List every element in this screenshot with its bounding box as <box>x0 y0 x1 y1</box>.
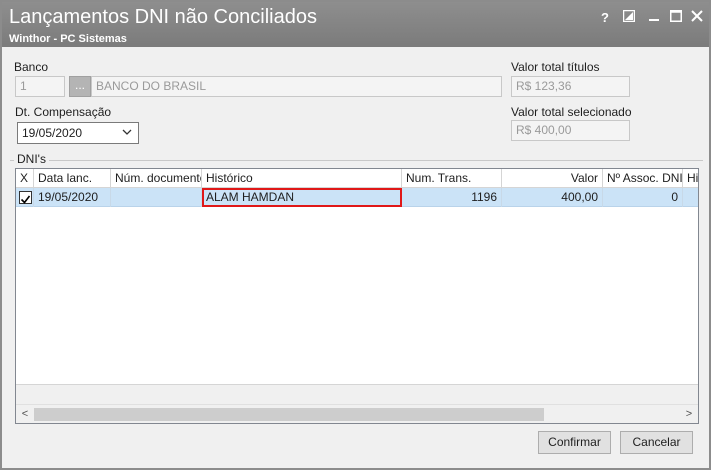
cell-assoc-dni: 0 <box>603 188 683 207</box>
close-button[interactable] <box>688 9 706 27</box>
banco-label: Banco <box>14 60 49 74</box>
row-checkbox[interactable] <box>19 191 32 204</box>
minimize-icon <box>649 19 659 21</box>
valor-total-selecionado-field: R$ 400,00 <box>511 120 630 141</box>
column-header-historico[interactable]: Histórico <box>202 169 402 188</box>
horizontal-scrollbar[interactable]: < > <box>16 404 698 423</box>
cell-num-documento <box>111 188 202 207</box>
column-header-assoc-dni[interactable]: Nº Assoc. DNI <box>603 169 683 188</box>
valor-total-titulos-label: Valor total títulos <box>511 60 600 74</box>
window-title: Lançamentos DNI não Conciliados <box>9 6 317 28</box>
valor-total-titulos-field: R$ 123,36 <box>511 76 630 97</box>
column-header-num-trans[interactable]: Num. Trans. <box>402 169 502 188</box>
cell-historico-2 <box>683 188 698 207</box>
layout-icon <box>622 9 636 23</box>
dnis-group-title: DNI's <box>14 152 49 166</box>
dt-compensacao-value: 19/05/2020 <box>22 126 83 140</box>
cancelar-button[interactable]: Cancelar <box>620 431 693 454</box>
cell-data-lanc: 19/05/2020 <box>34 188 111 207</box>
historico-highlight-box <box>202 188 402 207</box>
scroll-right-icon[interactable]: > <box>681 406 697 422</box>
restore-layout-button[interactable] <box>620 9 638 27</box>
dt-compensacao-label: Dt. Compensação <box>15 105 112 119</box>
cell-num-trans: 1196 <box>402 188 502 207</box>
minimize-button[interactable] <box>645 9 663 27</box>
help-button[interactable]: ? <box>596 9 614 27</box>
column-header-num-documento[interactable]: Núm. documento <box>111 169 202 188</box>
close-icon <box>691 10 703 22</box>
title-bar: Lançamentos DNI não Conciliados Winthor … <box>2 2 709 47</box>
maximize-icon <box>670 10 682 22</box>
maximize-button[interactable] <box>667 9 685 27</box>
dialog-window: Lançamentos DNI não Conciliados Winthor … <box>0 0 711 470</box>
scroll-left-icon[interactable]: < <box>17 406 33 422</box>
dnis-grid[interactable]: X Data lanc. Núm. documento Histórico Nu… <box>15 168 699 424</box>
banco-name-field: BANCO DO BRASIL <box>91 76 502 97</box>
cell-valor: 400,00 <box>502 188 603 207</box>
banco-lookup-button[interactable]: ... <box>69 76 91 97</box>
chevron-down-icon <box>122 125 132 143</box>
row-select-cell[interactable] <box>16 188 34 207</box>
table-row[interactable]: 19/05/2020 ALAM HAMDAN 1196 400,00 0 <box>16 188 698 207</box>
column-header-valor[interactable]: Valor <box>502 169 603 188</box>
checkmark-icon <box>20 195 31 204</box>
confirmar-button[interactable]: Confirmar <box>538 431 611 454</box>
column-header-historico-2[interactable]: His <box>683 169 698 188</box>
scroll-thumb[interactable] <box>34 408 544 421</box>
grid-header: X Data lanc. Núm. documento Histórico Nu… <box>16 169 698 188</box>
dt-compensacao-dropdown[interactable]: 19/05/2020 <box>17 122 139 144</box>
valor-total-selecionado-label: Valor total selecionado <box>511 105 632 119</box>
column-header-select[interactable]: X <box>16 169 34 188</box>
grid-footer <box>16 384 698 404</box>
banco-code-field[interactable]: 1 <box>15 76 65 97</box>
column-header-data-lanc[interactable]: Data lanc. <box>34 169 111 188</box>
window-subtitle: Winthor - PC Sistemas <box>9 33 127 45</box>
